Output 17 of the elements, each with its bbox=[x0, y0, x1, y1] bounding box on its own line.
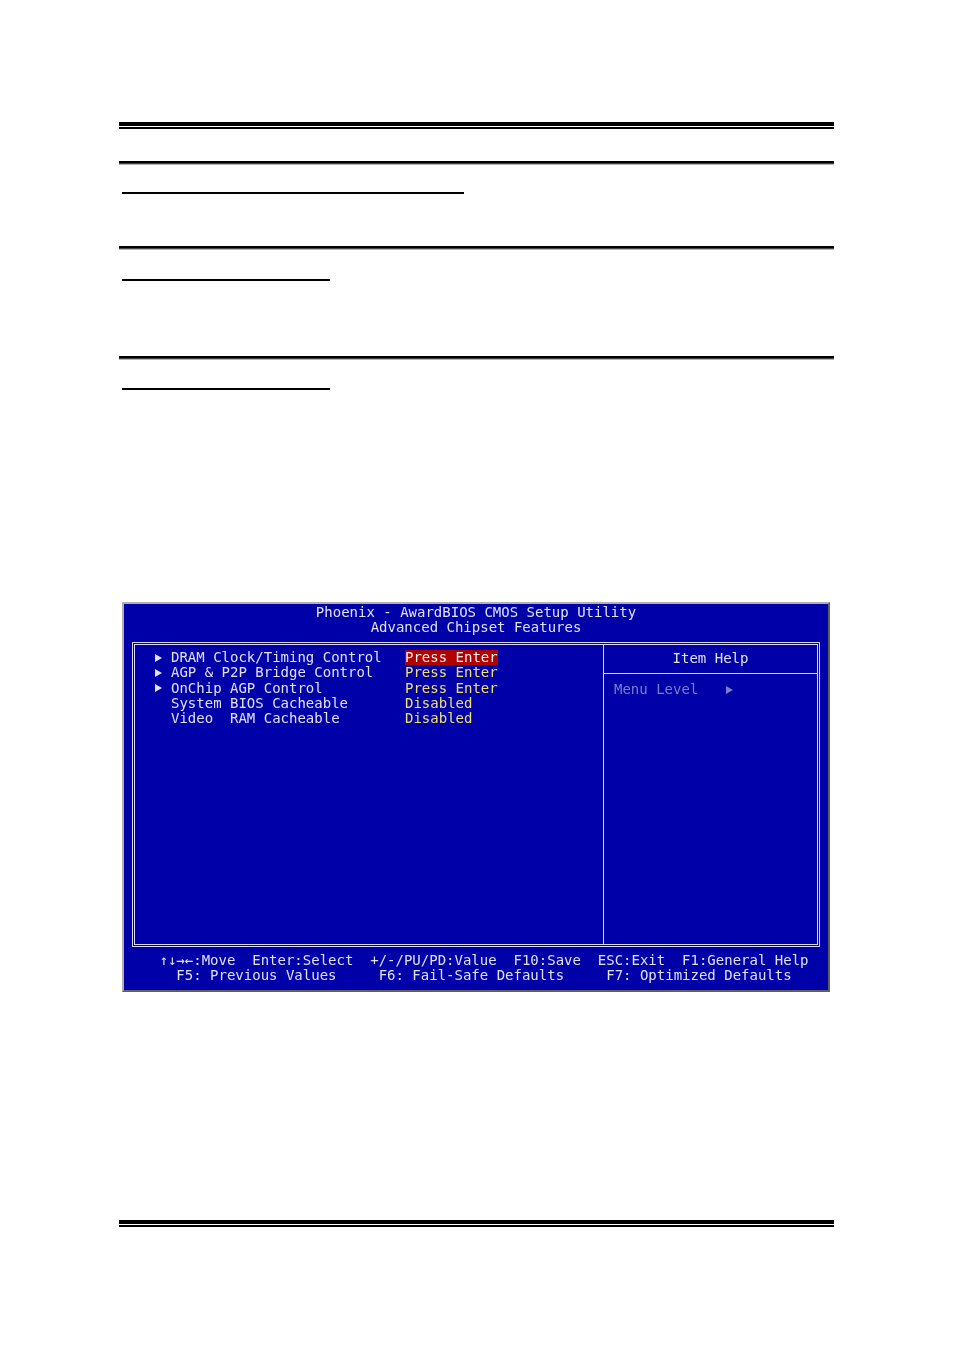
title-text: Phoenix - AwardBIOS CMOS Setup Utility bbox=[314, 605, 638, 620]
setting-value[interactable]: Press Enter bbox=[405, 650, 498, 666]
setting-value[interactable]: Disabled bbox=[405, 711, 473, 727]
setting-value[interactable]: Press Enter bbox=[405, 680, 498, 696]
menu-level-label: Menu Level bbox=[614, 682, 699, 697]
setting-label[interactable]: System BIOS Cacheable bbox=[171, 696, 405, 712]
setting-label[interactable]: DRAM Clock/Timing Control bbox=[171, 650, 405, 666]
setting-label[interactable]: AGP & P2P Bridge Control bbox=[171, 665, 405, 681]
title-text: Advanced Chipset Features bbox=[369, 620, 582, 635]
setting-label[interactable]: Video RAM Cacheable bbox=[171, 711, 405, 727]
key-help-text: ↑↓→←:Move Enter:Select +/-/PU/PD:Value F10:Save ESC:Exit F1:General Help bbox=[158, 953, 810, 968]
arrow-icon bbox=[725, 684, 735, 695]
key-help-text: F5: Previous Values F6: Fail-Safe Defaults F7: Optimized Defaults bbox=[175, 968, 792, 983]
setting-label[interactable]: OnChip AGP Control bbox=[171, 680, 405, 696]
setting-value[interactable]: Disabled bbox=[405, 696, 473, 712]
setting-value[interactable]: Press Enter bbox=[405, 665, 498, 681]
help-title: Item Help bbox=[604, 645, 817, 674]
